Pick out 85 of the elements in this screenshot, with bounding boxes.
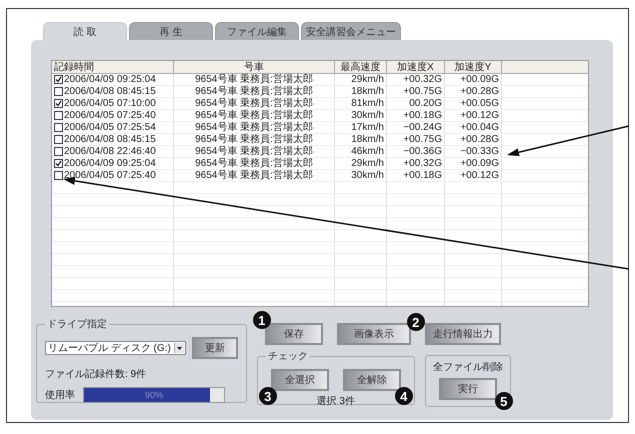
table-cell: 81km/h [351, 98, 384, 109]
table-cell: 2006/04/08 08:45:15 [64, 86, 156, 97]
table-cell: +00.09G [460, 74, 499, 85]
checkbox[interactable] [54, 111, 63, 120]
caret-icon [174, 343, 184, 353]
usage-reading: 90% [144, 389, 164, 402]
table-cell: +00.75G [403, 86, 442, 97]
checkbox[interactable] [54, 87, 63, 96]
dropdown[interactable]: リムーバブル ディスク (G:) [45, 341, 186, 355]
tab[interactable]: ファイル編集 [215, 22, 299, 40]
checkbox[interactable] [54, 159, 63, 168]
table-cell: +00.12G [460, 170, 499, 181]
table-cell: −00.36G [403, 146, 442, 157]
button[interactable]: 全選択 [270, 369, 329, 391]
table-cell: 9654号車 乗務員:営場太郎 [195, 86, 313, 97]
table-cell: 9654号車 乗務員:営場太郎 [195, 98, 313, 109]
table-cell: 2006/04/08 08:45:15 [64, 134, 156, 145]
table-cell: +00.09G [460, 158, 499, 169]
table-cell: 17km/h [351, 122, 384, 133]
checkbox[interactable] [54, 135, 63, 144]
table-cell: +00.05G [460, 98, 499, 109]
table-cell: 9654号車 乗務員:営場太郎 [195, 74, 313, 85]
table-cell: +00.28G [460, 134, 499, 145]
checkbox[interactable] [54, 147, 63, 156]
checkbox[interactable] [54, 171, 63, 180]
column-header[interactable]: 記録時間 [52, 61, 174, 73]
checkbox[interactable] [54, 123, 63, 132]
dropdown-value: リムーバブル ディスク (G:) [48, 342, 171, 355]
table-cell: 46km/h [351, 146, 384, 157]
table-cell: +00.32G [403, 158, 442, 169]
number-badge: 5 [494, 392, 513, 410]
table-cell: 29km/h [351, 158, 384, 169]
refresh-button[interactable]: 更新 [192, 337, 238, 359]
table-cell: 9654号車 乗務員:営場太郎 [195, 122, 313, 133]
button[interactable]: 走行情報出力 [424, 323, 501, 345]
table-cell: 30km/h [351, 170, 384, 181]
column-header[interactable]: 最高速度 [335, 61, 387, 73]
group-label: チェック [266, 350, 309, 363]
column-header[interactable]: 加速度Y [445, 61, 502, 73]
button[interactable]: 実行 [438, 378, 497, 400]
table-cell: 2006/04/08 22:46:40 [64, 146, 156, 157]
number-badge: 2 [406, 313, 425, 331]
column-header[interactable]: 号車 [174, 61, 335, 73]
group-label: ドライブ指定 [46, 318, 108, 331]
selected-count: 選択 3件 [316, 395, 355, 408]
table-cell: 30km/h [351, 110, 384, 121]
number-badge: 4 [394, 387, 413, 405]
table-cell: 9654号車 乗務員:営場太郎 [195, 158, 313, 169]
table-cell: 2006/04/05 07:25:54 [64, 122, 156, 133]
table-cell: 9654号車 乗務員:営場太郎 [195, 146, 313, 157]
table-cell: 29km/h [351, 74, 384, 85]
button[interactable]: 全解除 [342, 369, 401, 391]
button[interactable]: 保存 [264, 323, 323, 345]
tab[interactable]: 安全講習会メニュー [301, 22, 401, 40]
file-count: ファイル記録件数: 9件 [45, 368, 148, 381]
checkbox[interactable] [54, 75, 63, 84]
table-cell: 2006/04/05 07:25:40 [64, 110, 156, 121]
table-cell: 00.20G [409, 98, 442, 109]
table-cell: 9654号車 乗務員:営場太郎 [195, 110, 313, 121]
table-cell: 18km/h [351, 134, 384, 145]
group-label: 全ファイル削除 [432, 360, 503, 374]
tab[interactable]: 再 生 [129, 22, 213, 40]
table-cell: 2006/04/09 09:25:04 [64, 74, 156, 85]
table-cell: 9654号車 乗務員:営場太郎 [195, 134, 313, 145]
column-header[interactable]: 加速度X [387, 61, 445, 73]
table-cell: 18km/h [351, 86, 384, 97]
table-cell: +00.18G [403, 110, 442, 121]
table-cell: +00.28G [460, 86, 499, 97]
usage-label: 使用率 [45, 388, 75, 402]
button[interactable]: 画像表示 [336, 323, 411, 345]
table-cell: +00.32G [403, 74, 442, 85]
table-cell: +00.75G [403, 134, 442, 145]
checkbox[interactable] [54, 99, 63, 108]
table-cell: −00.24G [403, 122, 442, 133]
table-cell: 2006/04/05 07:25:40 [64, 170, 156, 181]
table-cell: 2006/04/05 07:10:00 [64, 98, 156, 109]
number-badge: 1 [252, 311, 271, 329]
table-cell: −00.33G [460, 146, 499, 157]
table-cell: +00.04G [460, 122, 499, 133]
number-badge: 3 [258, 387, 277, 405]
table-cell: +00.18G [403, 170, 442, 181]
table-cell: 9654号車 乗務員:営場太郎 [195, 170, 313, 181]
table-cell: +00.12G [460, 110, 499, 121]
table-cell: 2006/04/09 09:25:04 [64, 158, 156, 169]
tab[interactable]: 読 取 [43, 22, 127, 40]
